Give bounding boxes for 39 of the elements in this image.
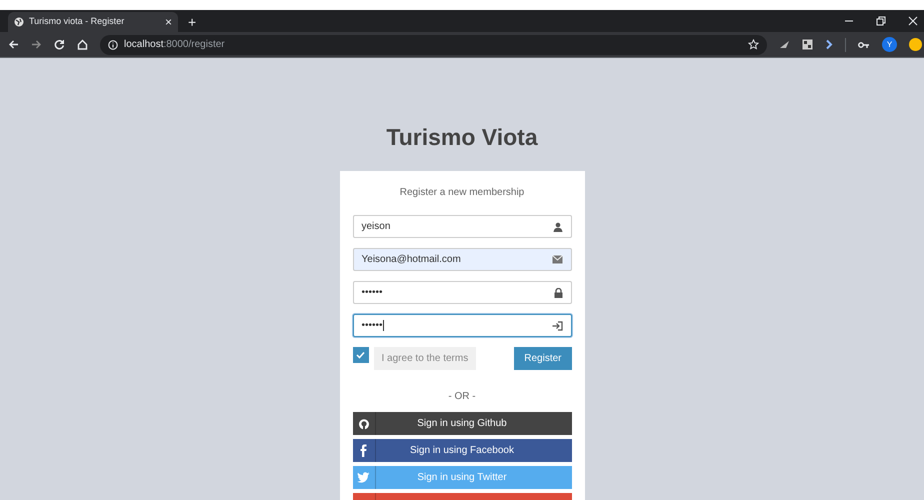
facebook-icon xyxy=(360,444,367,457)
or-separator: - OR - xyxy=(447,390,477,404)
input-field[interactable]: •••••• xyxy=(352,281,572,304)
qr-code-icon[interactable] xyxy=(802,39,813,50)
envelope-icon xyxy=(552,255,562,264)
close-icon[interactable] xyxy=(908,16,918,26)
forward-icon[interactable] xyxy=(31,39,42,50)
box-heading: Register a new membership xyxy=(398,186,526,200)
github-button[interactable]: Sign in using Github xyxy=(352,412,572,435)
profile-avatar[interactable]: Y xyxy=(882,37,897,52)
page-title: Turismo Viota xyxy=(386,126,538,149)
input-field[interactable]: •••••• xyxy=(352,314,572,337)
input-field[interactable]: yeison xyxy=(352,215,572,238)
facebook-button[interactable]: Sign in using Facebook xyxy=(352,439,572,462)
terms-checkbox[interactable] xyxy=(352,347,368,363)
extension-icon[interactable] xyxy=(779,39,790,50)
check-icon xyxy=(356,351,365,359)
github-icon xyxy=(358,418,370,430)
user-icon xyxy=(552,222,562,232)
browser-tab[interactable]: Turismo viota - Register × xyxy=(8,12,178,32)
input-field[interactable]: Yeisona@hotmail.com xyxy=(352,248,572,271)
reload-icon[interactable] xyxy=(54,39,65,50)
tab-title: Turismo viota - Register xyxy=(29,15,126,28)
star-icon[interactable] xyxy=(748,39,759,50)
back-icon[interactable] xyxy=(8,39,19,50)
chevron-icon[interactable] xyxy=(825,39,833,50)
address-bar[interactable]: localhost:8000/register xyxy=(100,34,767,54)
new-tab-button[interactable]: + xyxy=(188,15,196,29)
globe-icon xyxy=(14,17,24,27)
home-icon[interactable] xyxy=(77,39,88,50)
restore-icon[interactable] xyxy=(876,16,886,26)
login-icon xyxy=(552,320,562,330)
lock-icon xyxy=(554,288,562,298)
bird-icon xyxy=(357,472,370,483)
register-button[interactable]: Register xyxy=(514,347,572,370)
url-text: localhost:8000/register xyxy=(124,38,226,52)
close-tab-button[interactable]: × xyxy=(164,16,172,28)
key-icon[interactable] xyxy=(858,40,870,48)
info-icon xyxy=(108,40,118,50)
